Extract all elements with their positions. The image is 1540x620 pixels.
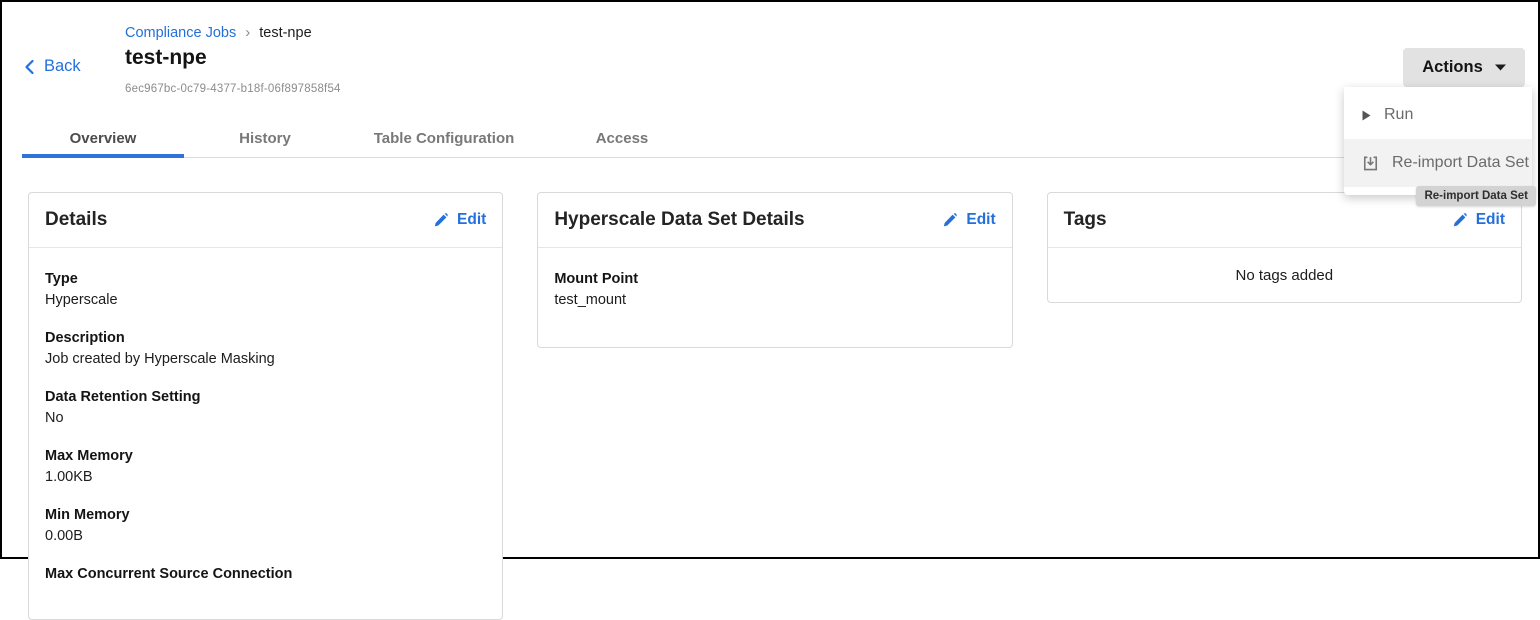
edit-pencil-icon [1452, 212, 1468, 228]
back-button[interactable]: Back [24, 57, 81, 76]
field-type-label: Type [45, 270, 486, 288]
details-card-body: Type Hyperscale Description Job created … [29, 248, 502, 619]
actions-button-label: Actions [1422, 58, 1483, 77]
tags-card: Tags Edit No tags added [1047, 192, 1522, 303]
tab-access-label: Access [596, 130, 649, 147]
field-description: Description Job created by Hyperscale Ma… [45, 329, 486, 368]
details-card-header: Details Edit [29, 193, 502, 248]
breadcrumb-separator: › [245, 24, 250, 41]
tab-overview[interactable]: Overview [22, 120, 184, 157]
field-min-memory-label: Min Memory [45, 506, 486, 524]
tab-overview-label: Overview [70, 130, 137, 147]
menu-item-reimport-data-set[interactable]: Re-import Data Set [1344, 139, 1532, 187]
field-description-label: Description [45, 329, 486, 347]
field-description-value: Job created by Hyperscale Masking [45, 351, 486, 368]
field-type-value: Hyperscale [45, 292, 486, 309]
dataset-card-title: Hyperscale Data Set Details [554, 209, 804, 231]
job-uuid: 6ec967bc-0c79-4377-b18f-06f897858f54 [125, 83, 341, 95]
field-mount-point: Mount Point test_mount [554, 270, 995, 309]
field-data-retention-value: No [45, 410, 486, 427]
field-max-memory-value: 1.00KB [45, 469, 486, 486]
details-card: Details Edit Type Hyperscale Description… [28, 192, 503, 620]
field-mount-point-value: test_mount [554, 292, 995, 309]
reimport-tooltip: Re-import Data Set [1416, 186, 1536, 206]
field-max-concurrent-source-connection-label: Max Concurrent Source Connection [45, 565, 486, 583]
tags-empty-message: No tags added [1236, 267, 1334, 284]
tab-history[interactable]: History [184, 120, 346, 157]
tab-history-label: History [239, 130, 291, 147]
menu-item-reimport-label: Re-import Data Set [1392, 154, 1529, 172]
field-type: Type Hyperscale [45, 270, 486, 309]
tab-access[interactable]: Access [542, 120, 702, 157]
chevron-left-icon [24, 59, 35, 75]
edit-pencil-icon [942, 212, 958, 228]
tab-bar: Overview History Table Configuration Acc… [22, 120, 1529, 158]
details-edit-button[interactable]: Edit [433, 211, 486, 229]
field-max-memory: Max Memory 1.00KB [45, 447, 486, 486]
compliance-job-detail-page: { "breadcrumb": { "parent": "Compliance … [0, 0, 1540, 559]
tags-edit-label: Edit [1476, 211, 1505, 229]
dataset-card-body: Mount Point test_mount [538, 248, 1011, 347]
details-edit-label: Edit [457, 211, 486, 229]
actions-button[interactable]: Actions [1403, 48, 1525, 87]
details-card-title: Details [45, 209, 107, 231]
field-min-memory-value: 0.00B [45, 528, 486, 545]
breadcrumb-current: test-npe [259, 25, 311, 41]
dataset-card: Hyperscale Data Set Details Edit Mount P… [537, 192, 1012, 348]
import-icon [1362, 155, 1379, 172]
tags-card-title: Tags [1064, 209, 1107, 231]
caret-down-icon [1495, 64, 1506, 71]
field-mount-point-label: Mount Point [554, 270, 995, 288]
tags-card-body: No tags added [1048, 248, 1521, 302]
page-header: Compliance Jobs › test-npe Back test-npe… [2, 2, 1538, 120]
menu-item-run[interactable]: Run [1344, 91, 1532, 139]
back-label: Back [44, 57, 81, 76]
tags-edit-button[interactable]: Edit [1452, 211, 1505, 229]
dataset-card-header: Hyperscale Data Set Details Edit [538, 193, 1011, 248]
field-data-retention-label: Data Retention Setting [45, 388, 486, 406]
cards-row: Details Edit Type Hyperscale Description… [28, 192, 1522, 620]
field-max-memory-label: Max Memory [45, 447, 486, 465]
dataset-edit-button[interactable]: Edit [942, 211, 995, 229]
play-icon [1362, 110, 1371, 121]
field-max-concurrent-source-connection: Max Concurrent Source Connection [45, 565, 486, 583]
actions-dropdown-menu: Run Re-import Data Set [1344, 87, 1532, 195]
menu-item-run-label: Run [1384, 106, 1413, 124]
breadcrumb: Compliance Jobs › test-npe [125, 24, 312, 41]
tab-table-configuration-label: Table Configuration [374, 130, 515, 147]
breadcrumb-parent-link[interactable]: Compliance Jobs [125, 25, 236, 41]
dataset-edit-label: Edit [966, 211, 995, 229]
tab-table-configuration[interactable]: Table Configuration [346, 120, 542, 157]
page-title: test-npe [125, 46, 207, 70]
field-data-retention: Data Retention Setting No [45, 388, 486, 427]
edit-pencil-icon [433, 212, 449, 228]
field-min-memory: Min Memory 0.00B [45, 506, 486, 545]
